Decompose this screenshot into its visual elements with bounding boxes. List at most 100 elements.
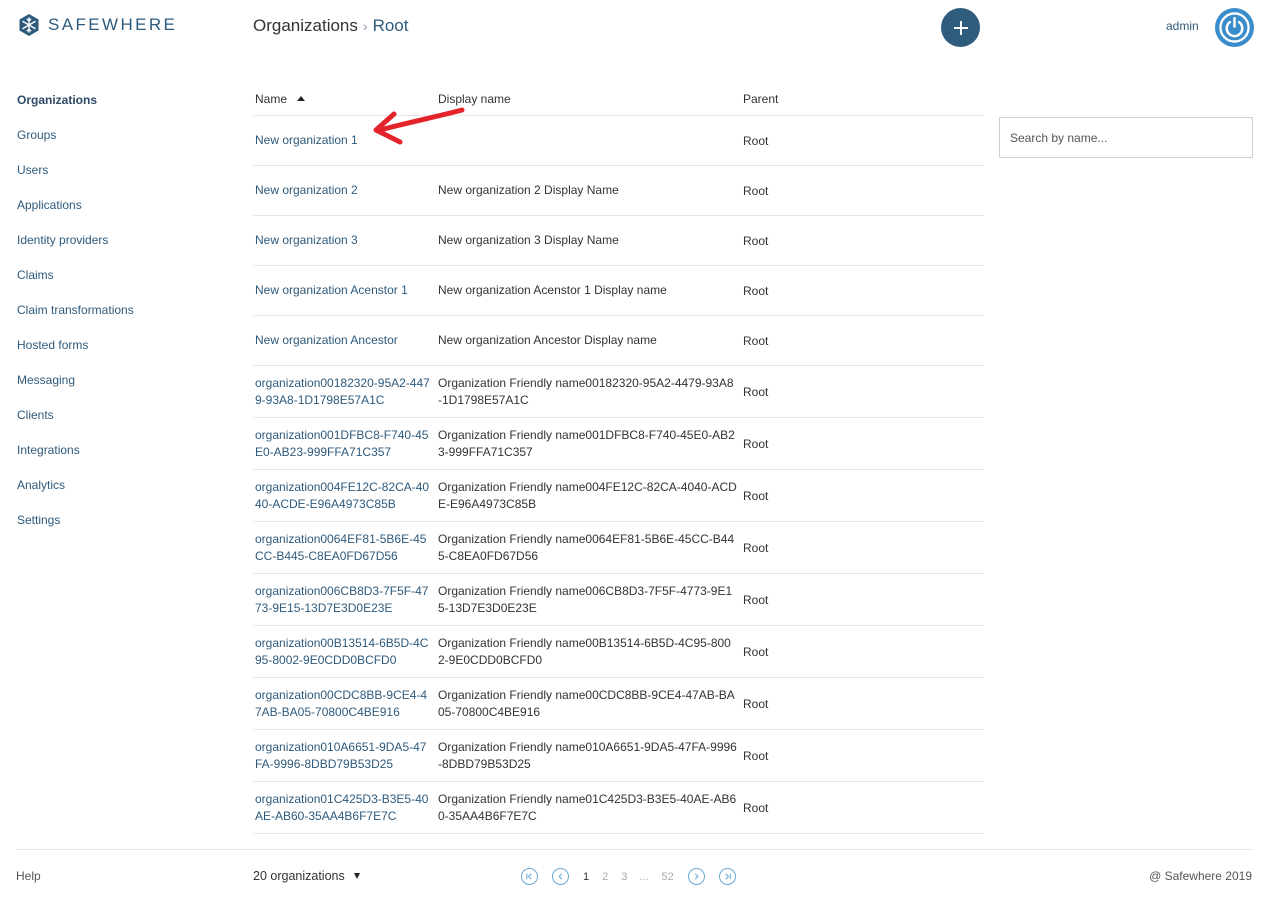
organization-parent: Root [743, 233, 769, 248]
sidebar-item-groups[interactable]: Groups [17, 127, 134, 162]
organization-parent: Root [743, 488, 769, 503]
organization-name-link[interactable]: organization0064EF81-5B6E-45CC-B445-C8EA… [253, 531, 436, 565]
sidebar-item-identity-providers[interactable]: Identity providers [17, 232, 134, 267]
organization-name-link[interactable]: New organization 3 [253, 232, 436, 249]
organization-display-name: Organization Friendly name001DFBC8-F740-… [438, 427, 735, 459]
organization-display-name: Organization Friendly name00CDC8BB-9CE4-… [438, 687, 735, 719]
footer-divider [17, 849, 1253, 850]
organization-name-link[interactable]: organization01C425D3-B3E5-40AE-AB60-35AA… [253, 791, 436, 825]
organization-name-link[interactable]: New organization 2 [253, 182, 436, 199]
organization-display-name: New organization Acenstor 1 Display name [438, 283, 667, 297]
last-page-icon [725, 873, 731, 880]
table-row: organization001DFBC8-F740-45E0-AB23-999F… [253, 418, 984, 470]
organization-name-link[interactable]: organization006CB8D3-7F5F-4773-9E15-13D7… [253, 583, 436, 617]
organization-display-name: Organization Friendly name006CB8D3-7F5F-… [438, 583, 733, 615]
brand-name: SAFEWHERE [48, 15, 178, 34]
brand-logo[interactable]: SAFEWHERE [17, 13, 177, 37]
logout-button[interactable] [1215, 8, 1254, 47]
next-page-button[interactable] [687, 868, 705, 885]
page-size-select[interactable]: 20 organizations [253, 869, 360, 883]
table-row: New organization Ancestor New organizati… [253, 316, 984, 366]
organization-display-name: Organization Friendly name00182320-95A2-… [438, 375, 734, 407]
organization-name-link[interactable]: organization00B13514-6B5D-4C95-8002-9E0C… [253, 635, 436, 669]
organization-display-name: Organization Friendly name0064EF81-5B6E-… [438, 531, 735, 563]
power-icon [1219, 12, 1250, 43]
organization-name-link[interactable]: organization004FE12C-82CA-4040-ACDE-E96A… [253, 479, 436, 513]
prev-page-button[interactable] [552, 868, 569, 885]
sidebar-item-messaging[interactable]: Messaging [17, 372, 134, 407]
organization-display-name: Organization Friendly name004FE12C-82CA-… [438, 479, 737, 511]
prev-page-icon [558, 873, 563, 880]
page-1[interactable]: 1 [583, 871, 589, 883]
first-page-button[interactable] [521, 868, 538, 885]
sidebar-item-analytics[interactable]: Analytics [17, 477, 134, 512]
sidebar-item-integrations[interactable]: Integrations [17, 442, 134, 477]
organization-name-link[interactable]: organization010A6651-9DA5-47FA-9996-8DBD… [253, 739, 436, 773]
page-ellipsis: ... [639, 870, 649, 883]
user-name[interactable]: admin [1166, 19, 1199, 33]
help-link[interactable]: Help [16, 869, 41, 883]
page-52[interactable]: 52 [662, 871, 674, 883]
breadcrumb-organizations[interactable]: Organizations [253, 16, 358, 36]
organization-parent: Root [743, 133, 769, 148]
organization-name-link[interactable]: organization00CDC8BB-9CE4-47AB-BA05-7080… [253, 687, 436, 721]
organization-display-name: New organization 3 Display Name [438, 233, 619, 247]
page-2[interactable]: 2 [602, 871, 608, 883]
organization-name-link[interactable]: New organization Acenstor 1 [253, 282, 436, 299]
page-3[interactable]: 3 [621, 871, 627, 883]
organization-name-link[interactable]: organization001DFBC8-F740-45E0-AB23-999F… [253, 427, 436, 461]
organization-parent: Root [743, 384, 769, 399]
breadcrumb-separator: › [362, 18, 368, 34]
table-row: New organization 2 New organization 2 Di… [253, 166, 984, 216]
table-row: organization006CB8D3-7F5F-4773-9E15-13D7… [253, 574, 984, 626]
organization-parent: Root [743, 696, 769, 711]
search-input[interactable] [999, 117, 1253, 158]
sidebar-item-hosted-forms[interactable]: Hosted forms [17, 337, 134, 372]
organization-name-link[interactable]: organization00182320-95A2-4479-93A8-1D17… [253, 375, 436, 409]
table-row: New organization 3 New organization 3 Di… [253, 216, 984, 266]
sidebar-item-claims[interactable]: Claims [17, 267, 134, 302]
organization-parent: Root [743, 436, 769, 451]
breadcrumb-root[interactable]: Root [373, 16, 409, 36]
organization-parent: Root [743, 540, 769, 555]
organization-display-name: New organization Ancestor Display name [438, 333, 657, 347]
sidebar-item-settings[interactable]: Settings [17, 512, 134, 547]
last-page-button[interactable] [718, 868, 736, 885]
breadcrumb: Organizations › Root [253, 16, 408, 36]
table-row: organization00182320-95A2-4479-93A8-1D17… [253, 366, 984, 418]
table-row: organization0064EF81-5B6E-45CC-B445-C8EA… [253, 522, 984, 574]
sidebar-item-clients[interactable]: Clients [17, 407, 134, 442]
copyright-text: @ Safewhere 2019 [1149, 869, 1252, 883]
organization-parent: Root [743, 800, 769, 815]
pagination: 1 2 3 ... 52 [521, 868, 736, 885]
organization-display-name: Organization Friendly name010A6651-9DA5-… [438, 739, 737, 771]
table-row: New organization 1 Root [253, 116, 984, 166]
organization-parent: Root [743, 748, 769, 763]
table-header: Name Display name Parent [253, 82, 984, 116]
column-header-name[interactable]: Name [253, 92, 436, 106]
table-row: organization01C425D3-B3E5-40AE-AB60-35AA… [253, 782, 984, 834]
table-row: organization00CDC8BB-9CE4-47AB-BA05-7080… [253, 678, 984, 730]
chevron-down-icon [353, 873, 360, 879]
sidebar-item-organizations[interactable]: Organizations [17, 92, 134, 127]
sidebar-nav: Organizations Groups Users Applications … [17, 92, 134, 547]
column-header-parent: Parent [743, 91, 779, 106]
sidebar-item-users[interactable]: Users [17, 162, 134, 197]
column-header-name-label: Name [255, 91, 288, 106]
organization-display-name: Organization Friendly name01C425D3-B3E5-… [438, 791, 737, 823]
table-row: organization004FE12C-82CA-4040-ACDE-E96A… [253, 470, 984, 522]
add-organization-button[interactable] [941, 8, 980, 47]
page-size-label: 20 organizations [253, 869, 345, 883]
table-row: New organization Acenstor 1 New organiza… [253, 266, 984, 316]
organization-display-name: Organization Friendly name00B13514-6B5D-… [438, 635, 731, 667]
sidebar-item-applications[interactable]: Applications [17, 197, 134, 232]
table-row: organization00B13514-6B5D-4C95-8002-9E0C… [253, 626, 984, 678]
organization-name-link[interactable]: New organization 1 [253, 132, 436, 149]
organization-parent: Root [743, 183, 769, 198]
organization-name-link[interactable]: New organization Ancestor [253, 332, 436, 349]
snowflake-logo-icon [19, 14, 39, 36]
organization-parent: Root [743, 644, 769, 659]
column-header-display-name: Display name [438, 91, 511, 106]
sidebar-item-claim-transformations[interactable]: Claim transformations [17, 302, 134, 337]
organization-parent: Root [743, 283, 769, 298]
